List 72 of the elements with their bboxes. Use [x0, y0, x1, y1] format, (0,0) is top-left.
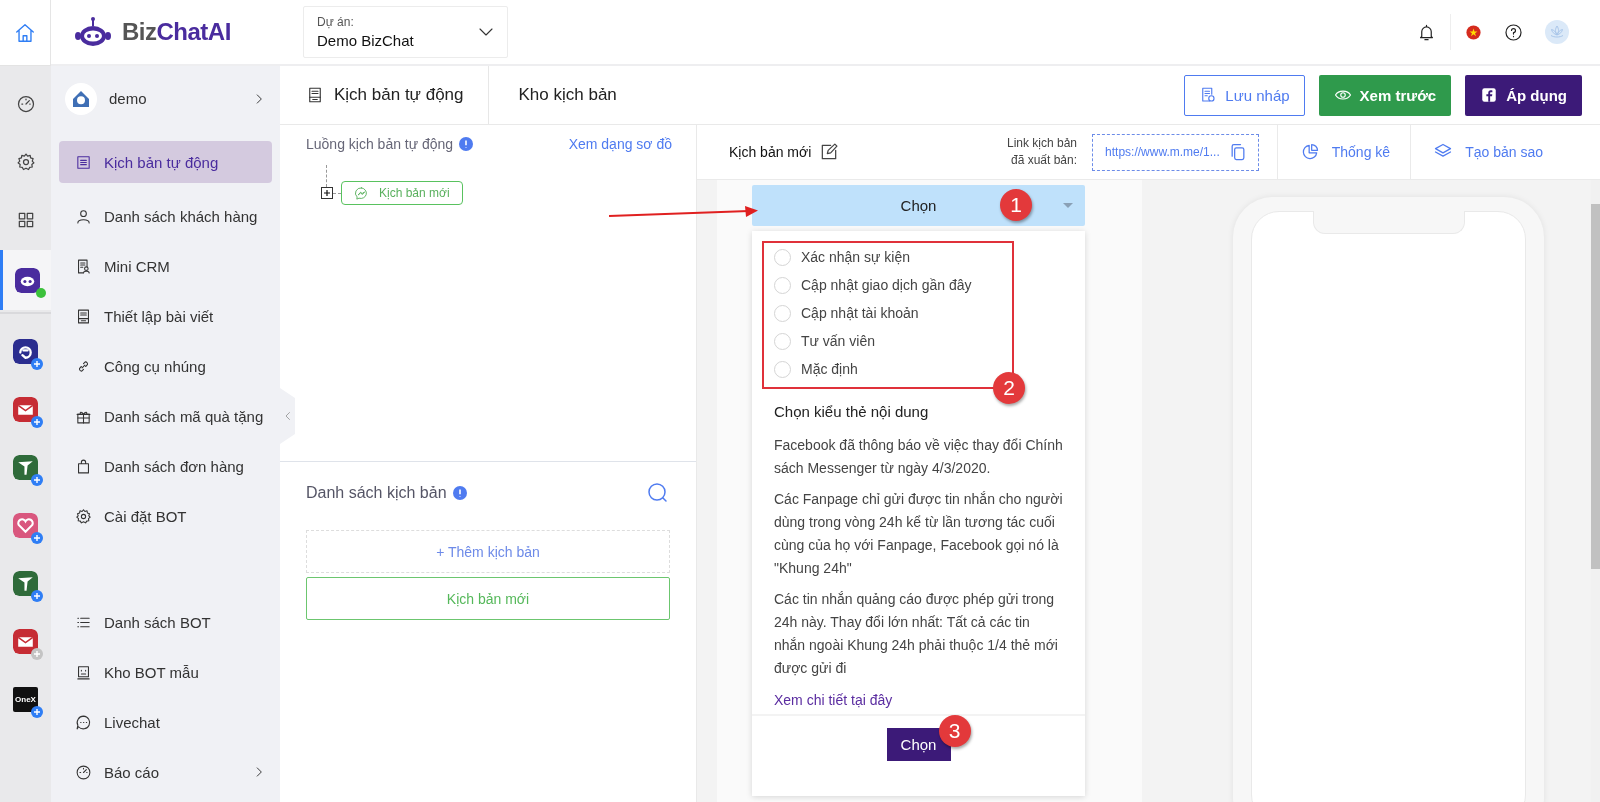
sidebar-item[interactable]: Kịch bản tự động — [59, 141, 272, 183]
sidebar-item[interactable]: Kho BOT mẫu — [59, 647, 272, 697]
project-selector[interactable]: Dự án: Demo BizChat — [303, 6, 508, 58]
settings-icon[interactable] — [15, 152, 36, 172]
info-icon — [452, 486, 467, 500]
sidebar-item[interactable]: Mini CRM — [59, 241, 272, 291]
app-icon[interactable] — [14, 267, 40, 293]
radio-option[interactable]: Xác nhận sự kiện — [774, 243, 1085, 271]
panel-title: Luồng kịch bản tự động — [306, 136, 454, 152]
paragraph: Các Fanpage chỉ gửi được tin nhắn cho người dùng trong vòng 24h kể từ lần tương tác cuối cùng của họ với Fanpage, Facebook gọi nó là "Khung 24h" — [774, 490, 1063, 578]
sidebar-item[interactable]: Công cụ nhúng — [59, 341, 272, 391]
details-link[interactable]: Xem chi tiết tại đây — [774, 692, 893, 708]
sidebar-item[interactable]: Báo cáo — [59, 747, 272, 797]
flag-icon[interactable] — [1465, 23, 1482, 41]
preview-button[interactable]: Xem trước — [1318, 74, 1452, 116]
radio-option[interactable]: Cập nhật tài khoản — [774, 299, 1085, 327]
sidebar-item[interactable]: Cài đặt BOT — [59, 491, 272, 541]
house-logo-icon — [65, 82, 97, 115]
paragraph: Facebook đã thông báo về việc thay đổi Chính sách Messenger từ ngày 4/3/2020. — [774, 436, 1063, 478]
step-badge: 3 — [938, 715, 971, 747]
monitor-face-icon — [75, 663, 92, 681]
settings-icon — [75, 507, 92, 525]
script-name: Kịch bản mới — [729, 144, 812, 160]
apply-button[interactable]: Áp dụng — [1465, 74, 1582, 116]
help-icon[interactable] — [1504, 22, 1523, 42]
sidebar-item[interactable]: Thiết lập bài viết — [59, 291, 272, 341]
gauge-icon — [75, 763, 92, 781]
step-badge: 2 — [993, 372, 1025, 404]
bag-icon — [75, 457, 92, 475]
app-icon[interactable] — [13, 396, 38, 422]
home-icon[interactable] — [14, 21, 36, 44]
step-badge: 1 — [1000, 189, 1032, 221]
sidebar-item[interactable]: Danh sách đơn hàng — [59, 441, 272, 491]
messenger-icon — [354, 185, 369, 201]
gauge-icon[interactable] — [15, 94, 36, 114]
expand-icon — [321, 187, 333, 199]
logo-text: BizChatAI — [122, 18, 231, 46]
app-icon[interactable] — [13, 338, 38, 364]
save-draft-button[interactable]: Lưu nháp — [1184, 74, 1305, 116]
panel-title: Danh sách kịch bản — [306, 484, 447, 502]
sidebar-item[interactable]: Danh sách BOT — [59, 597, 272, 647]
paragraph: Các tin nhắn quảng cáo được phép gửi trong 24h này. Thay đổi lớn nhất: Tất cả các tin nhắn ngoài Khung 24h phải thuộc 1/4 thẻ mới được gửi đi — [774, 590, 1059, 678]
app-icon[interactable]: OneX — [13, 686, 38, 712]
search-icon[interactable] — [646, 481, 670, 505]
document-icon — [306, 86, 324, 104]
robot-logo-icon — [73, 15, 113, 49]
app-icon[interactable] — [13, 570, 38, 596]
link-label: Link kịch bản đã xuất bản: — [1007, 135, 1078, 169]
breadcrumb-item[interactable]: Kịch bản tự động — [280, 66, 489, 124]
sidebar-item[interactable]: Danh sách khách hàng — [59, 191, 272, 241]
facebook-icon — [1480, 86, 1499, 104]
edit-icon[interactable] — [819, 142, 840, 162]
account-selector[interactable]: demo — [59, 66, 272, 121]
radio-option[interactable]: Cập nhật giao dịch gần đây — [774, 271, 1085, 299]
bell-icon[interactable] — [1417, 22, 1436, 42]
chat-bubble-icon — [75, 713, 92, 731]
sidebar-item[interactable]: Danh sách mã quà tặng — [59, 391, 272, 441]
document-icon — [1199, 86, 1218, 104]
sidebar-item[interactable]: Livechat — [59, 697, 272, 747]
document-user-icon — [75, 257, 92, 275]
card-type-dropdown[interactable]: Chọn 1 — [752, 185, 1085, 226]
caret-icon — [1063, 203, 1073, 208]
info-icon — [459, 137, 474, 151]
breadcrumb-item[interactable]: Kho kịch bản — [488, 66, 647, 124]
radio-option[interactable]: Tư vấn viên — [774, 327, 1085, 355]
document-icon — [75, 307, 92, 325]
link-field[interactable]: https://www.m.me/1... — [1092, 133, 1259, 171]
list-icon — [75, 153, 92, 171]
user-icon — [75, 207, 92, 225]
section-heading: Chọn kiểu thẻ nội dung — [774, 403, 930, 420]
diagram-view-link[interactable]: Xem dạng sơ đồ — [568, 136, 672, 152]
app-icon[interactable] — [13, 454, 38, 480]
